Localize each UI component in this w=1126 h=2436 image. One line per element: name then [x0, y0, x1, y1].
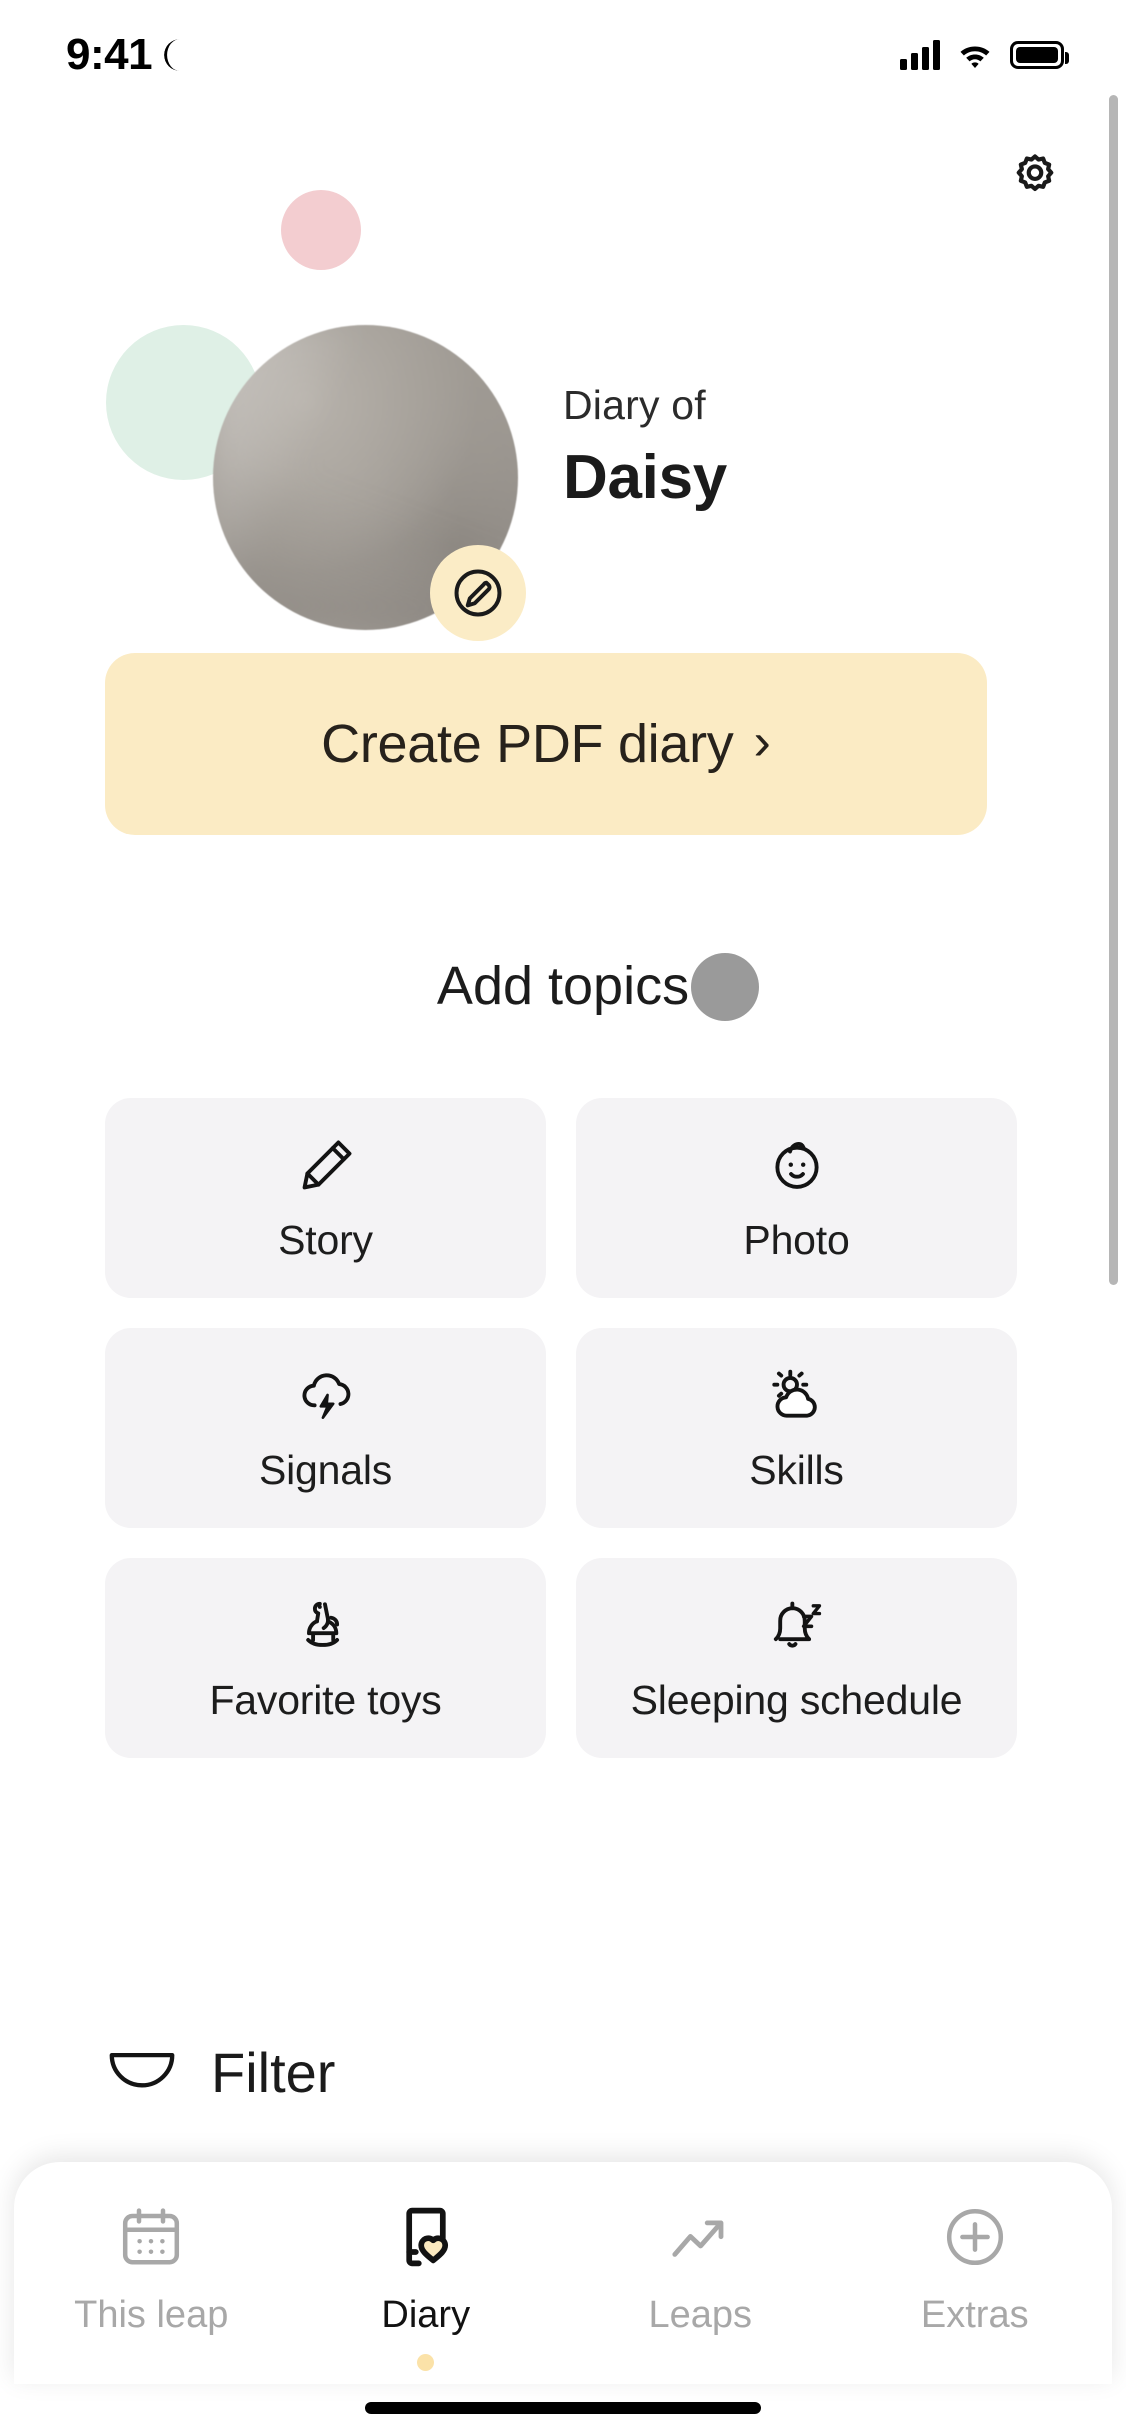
home-indicator	[365, 2402, 761, 2414]
app-screen: 9:41 Diary of Daisy Create PDF diary › A…	[0, 0, 1126, 2436]
baby-face-icon	[766, 1133, 828, 1199]
filter-label: Filter	[211, 2041, 336, 2104]
touch-cursor-dot	[691, 953, 759, 1021]
diary-subtitle: Diary of	[563, 382, 706, 428]
filter-button[interactable]: Filter	[105, 2040, 335, 2105]
cellular-signal-icon	[900, 40, 940, 70]
diary-title-block: Diary of Daisy	[563, 380, 727, 517]
decorative-pink-circle	[281, 190, 361, 270]
gear-icon	[1010, 151, 1060, 201]
tab-label: Extras	[920, 2294, 1029, 2336]
diary-heart-icon	[390, 2198, 462, 2276]
moon-icon	[164, 39, 196, 71]
topic-label: Photo	[743, 1216, 850, 1263]
tab-label: This leap	[74, 2294, 229, 2336]
sun-behind-cloud-icon	[766, 1363, 828, 1429]
status-bar-left: 9:41	[66, 33, 196, 77]
topic-card-photo[interactable]: Photo	[576, 1098, 1017, 1298]
tab-this-leap[interactable]: This leap	[14, 2198, 289, 2337]
status-bar: 9:41	[0, 0, 1126, 110]
trending-up-icon	[664, 2198, 736, 2276]
wifi-icon	[956, 40, 994, 70]
tab-diary[interactable]: Diary	[289, 2198, 564, 2371]
topic-grid: Story Photo Signals Skills Favorite toys…	[105, 1098, 1017, 1758]
pencil-circle-icon	[450, 565, 506, 621]
tab-extras[interactable]: Extras	[838, 2198, 1113, 2337]
topic-card-story[interactable]: Story	[105, 1098, 546, 1298]
settings-button[interactable]	[999, 140, 1071, 212]
topic-card-signals[interactable]: Signals	[105, 1328, 546, 1528]
sleeping-bell-icon	[766, 1593, 828, 1659]
topic-card-favorite-toys[interactable]: Favorite toys	[105, 1558, 546, 1758]
plus-circle-icon	[939, 2198, 1011, 2276]
rocking-horse-icon	[295, 1593, 357, 1659]
edit-avatar-button[interactable]	[430, 545, 526, 641]
tab-label: Leaps	[648, 2294, 753, 2336]
calendar-icon	[115, 2198, 187, 2276]
topic-card-skills[interactable]: Skills	[576, 1328, 1017, 1528]
funnel-icon	[105, 2048, 179, 2098]
create-pdf-diary-label: Create PDF diary	[321, 714, 734, 774]
pencil-icon	[295, 1133, 357, 1199]
battery-full-icon	[1010, 41, 1069, 69]
chevron-right-icon: ›	[753, 713, 771, 771]
bottom-tab-bar: This leap Diary Leaps Extras	[14, 2162, 1112, 2384]
topic-label: Story	[278, 1216, 373, 1263]
topic-label: Signals	[258, 1446, 393, 1493]
topic-card-sleeping-schedule[interactable]: Sleeping schedule	[576, 1558, 1017, 1758]
status-time: 9:41	[66, 30, 153, 79]
topic-label: Skills	[749, 1446, 844, 1493]
tab-leaps[interactable]: Leaps	[563, 2198, 838, 2337]
status-bar-right	[900, 40, 1069, 70]
create-pdf-diary-button[interactable]: Create PDF diary ›	[105, 653, 987, 835]
diary-name: Daisy	[563, 443, 727, 513]
tab-label: Diary	[381, 2294, 471, 2336]
topic-label: Sleeping schedule	[630, 1676, 963, 1723]
storm-cloud-lightning-icon	[295, 1363, 357, 1429]
topic-label: Favorite toys	[209, 1676, 442, 1723]
active-tab-indicator-dot	[417, 2354, 435, 2371]
add-topics-heading: Add topics	[436, 956, 690, 1016]
